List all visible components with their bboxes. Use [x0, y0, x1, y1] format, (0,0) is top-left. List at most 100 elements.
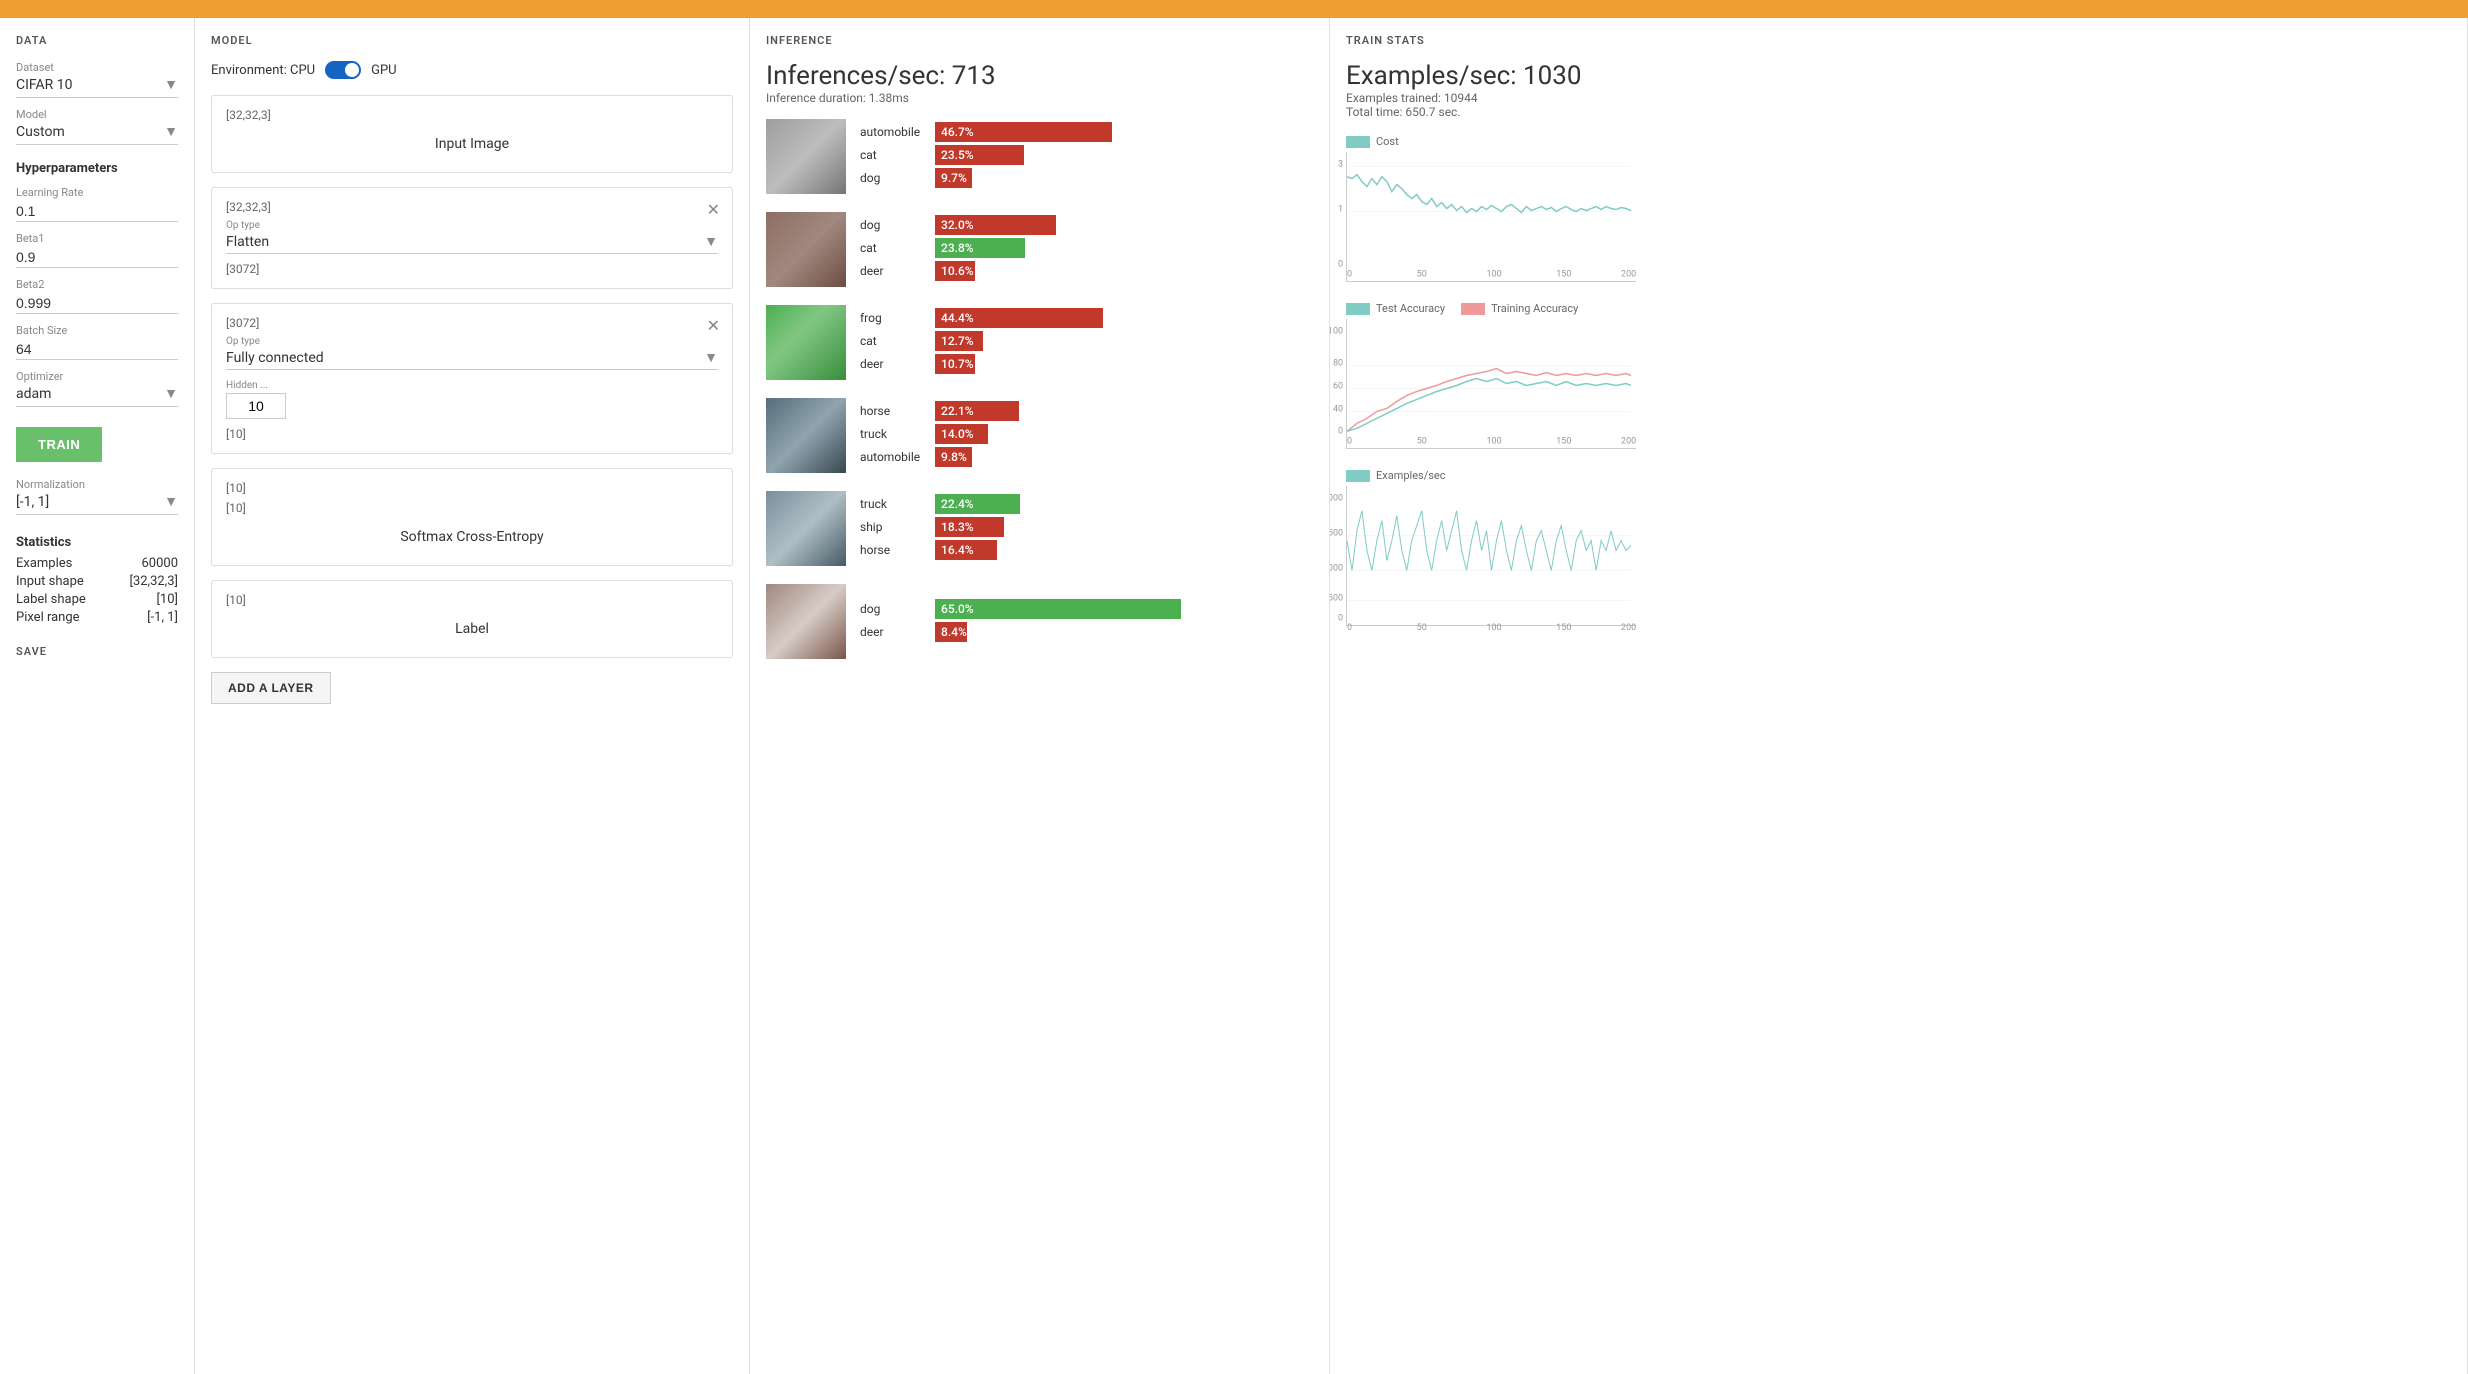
top-bar: [0, 0, 2468, 18]
layer-flatten-dims-bottom: [3072]: [226, 262, 718, 276]
train-button[interactable]: TRAIN: [16, 427, 102, 462]
svg-text:2000: 2000: [1330, 494, 1343, 504]
layer-fc-hidden-label: Hidden ...: [226, 380, 718, 391]
stat-examples: Examples 60000: [16, 556, 178, 571]
layer-input: [32,32,3] Input Image: [211, 95, 733, 173]
svg-text:40: 40: [1333, 404, 1343, 414]
lr-input[interactable]: [16, 201, 178, 222]
layer-flatten-arrow-icon: ▼: [704, 233, 718, 250]
optimizer-select[interactable]: adam ▼: [16, 385, 178, 407]
beta2-label: Beta2: [16, 278, 178, 291]
beta1-input[interactable]: [16, 247, 178, 268]
normalization-select[interactable]: [-1, 1] ▼: [16, 493, 178, 515]
layer-softmax-dims-top2: [10]: [226, 501, 718, 515]
svg-text:1500: 1500: [1330, 529, 1343, 539]
optimizer-value: adam: [16, 386, 51, 402]
train-per-sec: Examples/sec: 1030: [1346, 61, 2451, 91]
layer-fc-op-select[interactable]: Fully connected ▼: [226, 349, 718, 370]
inference-bars-4: horse 22.1% truck 14.0% automobile 9.8%: [860, 401, 1313, 470]
svg-text:3: 3: [1338, 160, 1343, 170]
model-arrow-icon: ▼: [164, 123, 178, 140]
layer-flatten-op-label: Op type: [226, 220, 718, 231]
layer-fc-dims-bottom: [10]: [226, 427, 718, 441]
examples-legend: Examples/sec: [1346, 469, 2451, 482]
layer-fc-hidden-input[interactable]: [226, 393, 286, 419]
layer-fc-dims-top: [3072]: [226, 316, 718, 330]
layer-fc-op-value: Fully connected: [226, 350, 324, 366]
stat-label-shape: Label shape [10]: [16, 592, 178, 607]
svg-text:1000: 1000: [1330, 563, 1343, 573]
normalization-arrow-icon: ▼: [164, 493, 178, 510]
layer-flatten-op-select[interactable]: Flatten ▼: [226, 233, 718, 254]
layer-flatten-dims-top: [32,32,3]: [226, 200, 718, 214]
svg-text:200: 200: [1621, 436, 1636, 446]
add-layer-button[interactable]: ADD A LAYER: [211, 672, 331, 704]
svg-text:200: 200: [1621, 623, 1636, 633]
inference-image-6: [766, 584, 846, 659]
layer-input-title: Input Image: [226, 128, 718, 160]
examples-legend-box: [1346, 470, 1370, 482]
model-select[interactable]: Custom ▼: [16, 123, 178, 145]
save-label[interactable]: SAVE: [16, 645, 178, 658]
cpu-gpu-toggle[interactable]: [325, 61, 361, 79]
model-label: Model: [16, 108, 178, 121]
normalization-value: [-1, 1]: [16, 494, 49, 510]
svg-text:100: 100: [1487, 436, 1502, 446]
inference-panel: INFERENCE Inferences/sec: 713 Inference …: [750, 18, 1330, 1374]
bar-row: dog 9.7%: [860, 168, 1313, 188]
examples-chart: 2000 1500 1000 500 0 0 50 100 150 200: [1346, 486, 1636, 626]
inference-item-1: automobile 46.7% cat 23.5% dog 9.7%: [766, 119, 1313, 194]
inference-bars-1: automobile 46.7% cat 23.5% dog 9.7%: [860, 122, 1313, 191]
cost-chart: 3 1 0 0 50 100 150 200: [1346, 152, 1636, 282]
train-acc-legend-label: Training Accuracy: [1491, 302, 1578, 315]
inference-bars-3: frog 44.4% cat 12.7% deer 10.7%: [860, 308, 1313, 377]
layer-softmax-dims-top: [10]: [226, 481, 718, 495]
env-cpu-label: Environment: CPU: [211, 63, 315, 78]
accuracy-chart-section: Test Accuracy Training Accuracy 100 80 6…: [1346, 302, 2451, 449]
bar-row: horse 16.4%: [860, 540, 1313, 560]
svg-text:0: 0: [1347, 269, 1352, 279]
inference-image-5: [766, 491, 846, 566]
inference-item-3: frog 44.4% cat 12.7% deer 10.7%: [766, 305, 1313, 380]
beta1-label: Beta1: [16, 232, 178, 245]
data-panel-title: DATA: [16, 34, 178, 47]
layer-input-dims: [32,32,3]: [226, 108, 718, 122]
env-gpu-label: GPU: [371, 63, 397, 78]
examples-chart-section: Examples/sec 2000 1500 1000 500 0 0 50 1…: [1346, 469, 2451, 626]
batch-size-input[interactable]: [16, 339, 178, 360]
inference-image-2: [766, 212, 846, 287]
inference-panel-title: INFERENCE: [766, 34, 1313, 47]
stat-pixel-range: Pixel range [-1, 1]: [16, 610, 178, 625]
layer-fc-close-icon[interactable]: ✕: [707, 316, 720, 335]
layer-label-title: Label: [226, 613, 718, 645]
bar-row: horse 22.1%: [860, 401, 1313, 421]
svg-text:0: 0: [1338, 426, 1343, 436]
layer-flatten-close-icon[interactable]: ✕: [707, 200, 720, 219]
layer-fc-op-label: Op type: [226, 336, 718, 347]
bar-row: deer 10.6%: [860, 261, 1313, 281]
train-panel: TRAIN STATS Examples/sec: 1030 Examples …: [1330, 18, 2468, 1374]
svg-text:50: 50: [1417, 436, 1427, 446]
layer-fc: [3072] ✕ Op type Fully connected ▼ Hidde…: [211, 303, 733, 454]
optimizer-label: Optimizer: [16, 370, 178, 383]
dataset-arrow-icon: ▼: [164, 76, 178, 93]
train-acc-legend-box: [1461, 303, 1485, 315]
inference-item-5: truck 22.4% ship 18.3% horse 16.4%: [766, 491, 1313, 566]
bar-row: truck 22.4%: [860, 494, 1313, 514]
bar-row: dog 32.0%: [860, 215, 1313, 235]
layer-softmax-title: Softmax Cross-Entropy: [226, 521, 718, 553]
dataset-select[interactable]: CIFAR 10 ▼: [16, 76, 178, 98]
svg-text:0: 0: [1338, 613, 1343, 623]
model-panel-title: MODEL: [211, 34, 733, 47]
svg-text:150: 150: [1556, 436, 1571, 446]
batch-size-label: Batch Size: [16, 324, 178, 337]
hyperparameters-title: Hyperparameters: [16, 161, 178, 176]
beta2-input[interactable]: [16, 293, 178, 314]
cost-chart-section: Cost 3 1 0 0 50 100 150 200: [1346, 135, 2451, 282]
inference-bars-5: truck 22.4% ship 18.3% horse 16.4%: [860, 494, 1313, 563]
statistics-section: Statistics Examples 60000 Input shape [3…: [16, 535, 178, 625]
cost-legend-label: Cost: [1376, 135, 1399, 148]
bar-row: ship 18.3%: [860, 517, 1313, 537]
model-value: Custom: [16, 124, 65, 140]
lr-label: Learning Rate: [16, 186, 178, 199]
